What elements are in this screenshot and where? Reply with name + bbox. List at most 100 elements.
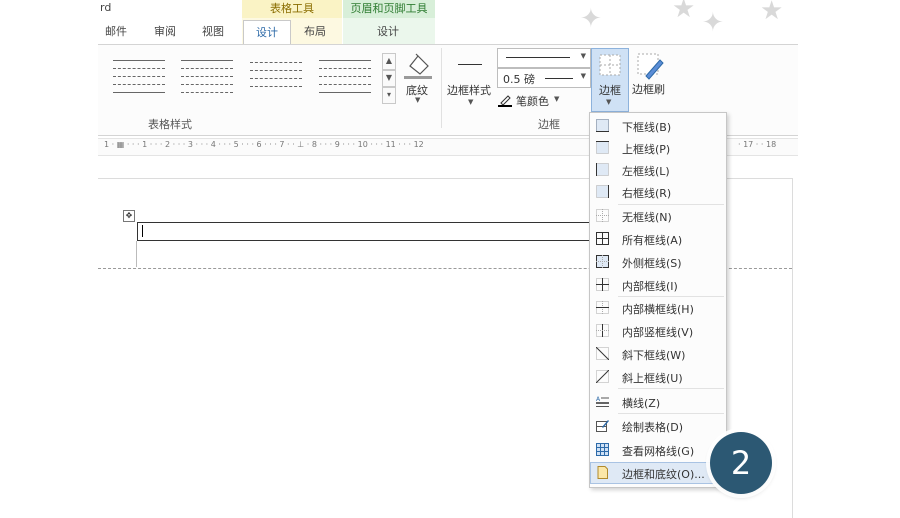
gallery-more-icon[interactable]: ▾ xyxy=(382,87,396,104)
menu-item-label: 外侧框线(S) xyxy=(622,257,682,270)
menu-item-right-border[interactable]: 右框线(R) xyxy=(590,181,726,203)
menu-item-label: 左框线(L) xyxy=(622,165,670,178)
menu-item-outside-borders[interactable]: 外侧框线(S) xyxy=(590,251,726,273)
chevron-down-icon: ▼ xyxy=(580,52,586,60)
tab-table-design[interactable]: 设计 xyxy=(243,20,291,45)
tab-review[interactable]: 审阅 xyxy=(150,20,180,44)
ruler-numbers: 1 · ▦ · · · 1 · · · 2 · · · 3 · · · 4 · … xyxy=(104,140,424,149)
menu-item-view-gridlines[interactable]: 查看网格线(G) xyxy=(590,439,726,461)
menu-item-label: 内部横框线(H) xyxy=(622,303,694,316)
menu-item-no-border[interactable]: 无框线(N) xyxy=(590,205,726,227)
top-border-icon xyxy=(596,141,609,154)
left-border-icon xyxy=(596,163,609,176)
app-title: rd xyxy=(100,1,112,14)
menu-item-label: 无框线(N) xyxy=(622,211,672,224)
tab-view[interactable]: 视图 xyxy=(198,20,228,44)
borders-icon xyxy=(599,54,621,76)
diagonal-down-border-icon xyxy=(596,347,609,360)
border-line-icon xyxy=(458,64,482,65)
chevron-down-icon: ▼ xyxy=(580,72,586,80)
menu-item-label: 斜上框线(U) xyxy=(622,372,683,385)
menu-item-label: 内部竖框线(V) xyxy=(622,326,694,339)
star-decoration-icon: ✦ xyxy=(702,8,724,38)
diagonal-up-border-icon xyxy=(596,370,609,383)
shading-button[interactable]: 底纹 ▼ xyxy=(402,50,434,108)
svg-text:A: A xyxy=(596,396,601,403)
menu-item-label: 边框和底纹(O)... xyxy=(622,468,705,481)
outside-borders-icon xyxy=(596,255,609,268)
all-borders-icon xyxy=(596,232,609,245)
border-styles-label: 边框样式 xyxy=(447,84,491,97)
context-tab-header-footer-tools: 页眉和页脚工具 xyxy=(343,0,435,18)
right-border-icon xyxy=(596,185,609,198)
border-painter-icon xyxy=(637,53,664,80)
menu-item-all-borders[interactable]: 所有框线(A) xyxy=(590,228,726,250)
table-style-option[interactable] xyxy=(250,58,302,98)
margin-guide xyxy=(136,241,137,267)
step-number-badge: 2 xyxy=(710,432,772,494)
gallery-scroll-up-icon[interactable]: ▲ xyxy=(382,53,396,70)
star-decoration-icon: ★ xyxy=(672,0,696,24)
border-painter-label: 边框刷 xyxy=(632,83,665,96)
borders-button[interactable]: 边框 ▼ xyxy=(591,48,629,112)
menu-item-diagonal-down-border[interactable]: 斜下框线(W) xyxy=(590,343,726,365)
table-row[interactable] xyxy=(137,222,593,241)
context-tab-table-tools: 表格工具 xyxy=(242,0,342,18)
group-divider xyxy=(441,48,442,128)
gallery-scroll-down-icon[interactable]: ▼ xyxy=(382,70,396,87)
menu-item-label: 右框线(R) xyxy=(622,187,672,200)
table-style-option[interactable] xyxy=(113,58,165,98)
ruler-numbers-tail: · 17 · · 18 xyxy=(738,140,777,149)
menu-item-label: 下框线(B) xyxy=(622,121,672,134)
inside-horizontal-border-icon xyxy=(596,301,609,314)
border-styles-button[interactable]: 边框样式 ▼ xyxy=(447,50,493,110)
menu-item-label: 内部框线(I) xyxy=(622,280,678,293)
bottom-border-icon xyxy=(596,119,609,132)
line-weight-value: 0.5 磅 xyxy=(503,73,535,86)
no-border-icon xyxy=(596,209,609,222)
menu-item-diagonal-up-border[interactable]: 斜上框线(U) xyxy=(590,366,726,388)
menu-item-draw-table[interactable]: 绘制表格(D) xyxy=(590,415,726,437)
menu-item-label: 查看网格线(G) xyxy=(622,445,695,458)
line-style-dropdown[interactable]: ▼ xyxy=(497,48,591,68)
line-weight-preview xyxy=(545,78,573,79)
menu-item-horizontal-line[interactable]: A 横线(Z) xyxy=(590,391,726,413)
menu-item-bottom-border[interactable]: 下框线(B) xyxy=(590,115,726,137)
group-label-borders: 边框 xyxy=(538,118,560,131)
borders-label: 边框 xyxy=(599,84,621,97)
tab-table-layout[interactable]: 布局 xyxy=(300,20,330,44)
group-label-table-styles: 表格样式 xyxy=(148,118,192,131)
pen-color-icon xyxy=(498,95,512,107)
text-cursor xyxy=(142,225,143,237)
chevron-down-icon: ▼ xyxy=(606,98,612,106)
menu-item-borders-and-shading[interactable]: 边框和底纹(O)... xyxy=(590,462,726,484)
menu-item-inside-borders[interactable]: 内部框线(I) xyxy=(590,274,726,296)
menu-item-inside-horizontal-border[interactable]: 内部横框线(H) xyxy=(590,297,726,319)
menu-item-label: 上框线(P) xyxy=(622,143,671,156)
horizontal-line-icon: A xyxy=(596,396,609,407)
chevron-down-icon: ▼ xyxy=(468,98,474,106)
line-weight-dropdown[interactable]: 0.5 磅 ▼ xyxy=(497,68,591,88)
menu-item-label: 绘制表格(D) xyxy=(622,421,684,434)
menu-item-left-border[interactable]: 左框线(L) xyxy=(590,159,726,181)
chevron-down-icon: ▼ xyxy=(554,95,560,103)
table-move-handle-icon[interactable]: ✥ xyxy=(123,210,135,222)
border-painter-button[interactable]: 边框刷 xyxy=(632,48,670,108)
tab-header-design[interactable]: 设计 xyxy=(373,20,403,44)
pen-color-label: 笔颜色 xyxy=(516,95,549,108)
inside-borders-icon xyxy=(596,278,609,291)
menu-item-top-border[interactable]: 上框线(P) xyxy=(590,137,726,159)
view-gridlines-icon xyxy=(596,443,609,456)
tab-mailings[interactable]: 邮件 xyxy=(101,20,131,44)
chevron-down-icon: ▼ xyxy=(415,96,421,104)
star-decoration-icon: ✦ xyxy=(580,4,602,34)
menu-item-inside-vertical-border[interactable]: 内部竖框线(V) xyxy=(590,320,726,342)
menu-separator xyxy=(618,413,724,414)
pen-color-button[interactable]: 笔颜色 ▼ xyxy=(498,92,568,108)
table-style-option[interactable] xyxy=(319,58,371,98)
borders-and-shading-icon xyxy=(597,466,608,479)
inside-vertical-border-icon xyxy=(596,324,609,337)
table-style-option[interactable] xyxy=(181,58,233,98)
draw-table-icon xyxy=(596,420,609,432)
paint-bucket-icon xyxy=(404,53,432,79)
